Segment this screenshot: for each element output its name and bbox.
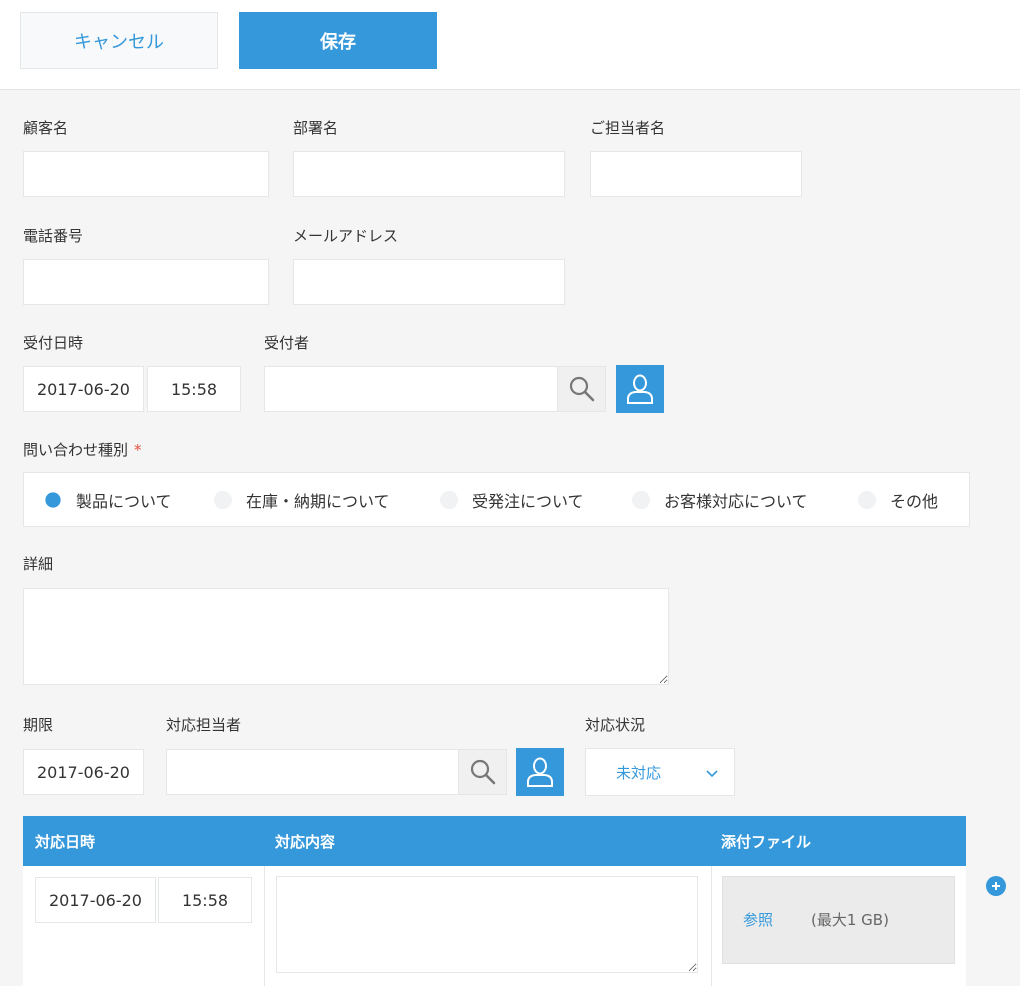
receiver-search-button[interactable] — [558, 366, 606, 412]
assignee-input[interactable] — [166, 749, 459, 795]
radio-option-label: 在庫・納期について — [246, 492, 390, 511]
column-divider — [711, 866, 712, 986]
details-label: 詳細 — [23, 555, 54, 573]
assignee-user-picker-button[interactable] — [516, 748, 564, 796]
radio-option-label: お客様対応について — [664, 492, 808, 511]
chevron-down-icon — [706, 770, 718, 778]
add-row-button[interactable] — [986, 876, 1006, 896]
search-icon — [569, 376, 594, 402]
browse-button[interactable]: 参照 — [743, 909, 773, 930]
customer-name-input[interactable] — [23, 151, 269, 197]
details-textarea[interactable] — [23, 588, 669, 685]
email-input[interactable] — [293, 259, 565, 305]
radio-option-order[interactable]: 受発注について — [440, 485, 584, 515]
assignee-search-button[interactable] — [459, 749, 507, 795]
row-date-input[interactable] — [35, 877, 156, 923]
attachment-dropzone: 参照 (最大1 GB) — [722, 876, 955, 964]
search-icon — [470, 759, 495, 785]
radio-checked-icon — [45, 492, 61, 508]
radio-unchecked-icon — [858, 491, 876, 509]
receiver-label: 受付者 — [264, 334, 310, 352]
radio-option-label: その他 — [890, 492, 939, 511]
customer-name-label: 顧客名 — [23, 119, 69, 137]
deadline-label: 期限 — [23, 716, 54, 734]
radio-unchecked-icon — [440, 491, 458, 509]
inquiry-type-label: 問い合わせ種別 * — [23, 439, 142, 460]
received-at-label: 受付日時 — [23, 334, 84, 352]
received-time-input[interactable] — [147, 366, 241, 412]
receiver-input[interactable] — [264, 366, 558, 412]
radio-option-label: 受発注について — [472, 492, 584, 511]
header-content: 対応内容 — [275, 833, 336, 851]
receiver-user-picker-button[interactable] — [616, 365, 664, 413]
header-attachment: 添付ファイル — [721, 833, 812, 851]
contact-person-input[interactable] — [590, 151, 802, 197]
status-select[interactable]: 未対応 — [585, 748, 735, 796]
radio-unchecked-icon — [632, 491, 650, 509]
inquiry-type-label-text: 問い合わせ種別 — [23, 441, 129, 459]
radio-option-other[interactable]: その他 — [858, 485, 938, 515]
save-button[interactable]: 保存 — [239, 12, 437, 69]
contact-person-label: ご担当者名 — [590, 119, 666, 137]
assignee-label: 対応担当者 — [166, 716, 242, 734]
phone-label: 電話番号 — [23, 227, 84, 245]
radio-unchecked-icon — [214, 491, 232, 509]
radio-option-customer-service[interactable]: お客様対応について — [632, 485, 808, 515]
received-date-input[interactable] — [23, 366, 144, 412]
required-mark: * — [134, 441, 142, 459]
status-label: 対応状況 — [585, 716, 646, 734]
response-table-header: 対応日時 対応内容 添付ファイル — [23, 816, 966, 866]
user-icon — [527, 757, 553, 787]
row-content-textarea[interactable] — [276, 876, 698, 973]
cancel-button[interactable]: キャンセル — [20, 12, 218, 69]
department-input[interactable] — [293, 151, 565, 197]
toolbar: キャンセル 保存 — [0, 0, 1020, 90]
department-label: 部署名 — [293, 119, 339, 137]
radio-option-label: 製品について — [76, 492, 172, 511]
status-select-value: 未対応 — [616, 763, 662, 782]
plus-circle-icon — [992, 882, 1000, 890]
inquiry-type-radio-group: 製品について 在庫・納期について 受発注について お客様対応について その他 — [23, 472, 970, 527]
email-label: メールアドレス — [293, 227, 399, 245]
deadline-date-input[interactable] — [23, 749, 144, 795]
row-time-input[interactable] — [158, 877, 252, 923]
user-icon — [627, 374, 653, 404]
header-datetime: 対応日時 — [35, 833, 96, 851]
phone-input[interactable] — [23, 259, 269, 305]
radio-option-product[interactable]: 製品について — [44, 485, 172, 515]
file-size-limit: (最大1 GB) — [811, 911, 889, 929]
column-divider — [264, 866, 265, 986]
radio-option-stock[interactable]: 在庫・納期について — [214, 485, 390, 515]
